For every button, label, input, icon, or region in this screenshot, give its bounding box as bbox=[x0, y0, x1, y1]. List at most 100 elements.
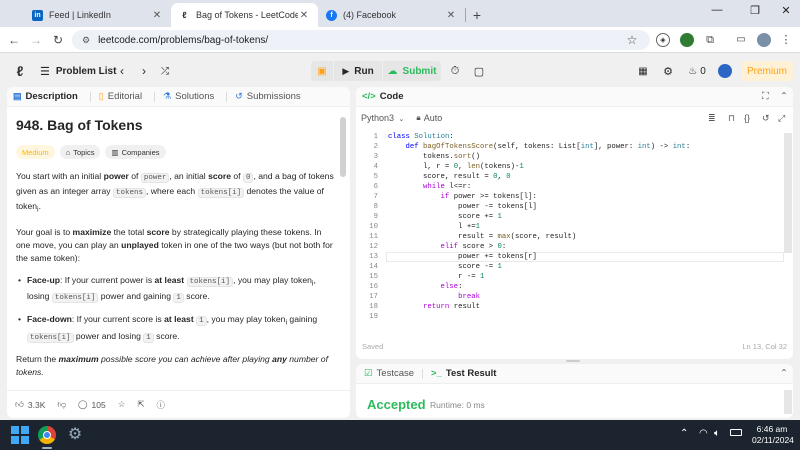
close-icon[interactable]: ✕ bbox=[298, 10, 310, 21]
left-tab-bar: ▤ Description ▯ Editorial ⚗ Solutions ↺ … bbox=[7, 87, 350, 107]
windows-start-icon[interactable] bbox=[11, 426, 29, 444]
wifi-icon[interactable]: ◠ bbox=[699, 428, 708, 439]
tab-solutions[interactable]: ⚗ Solutions bbox=[163, 91, 214, 102]
share-icon[interactable]: ⇱ bbox=[137, 399, 144, 410]
bookmark-star-icon[interactable]: ☆ bbox=[624, 32, 640, 48]
clock[interactable]: 6:46 am 02/11/2024 bbox=[752, 424, 794, 446]
tab-submissions[interactable]: ↺ Submissions bbox=[235, 91, 300, 102]
tray-chevron-up-icon[interactable]: ⌃ bbox=[680, 428, 688, 439]
close-icon[interactable]: ✕ bbox=[445, 10, 457, 21]
code-editor[interactable]: 1 2 3 4 5 6 7 8 9 10 11 12 13 14 15 16 17 18 19 class Solu… bbox=[356, 133, 793, 333]
lock-icon: 🔒︎ bbox=[416, 113, 421, 122]
like-button[interactable]: 👍︎ 3.3K bbox=[15, 399, 45, 410]
shield-extension-icon[interactable]: ◈ bbox=[656, 33, 670, 47]
difficulty-badge[interactable]: Medium bbox=[16, 145, 55, 159]
test-result-panel: ☑ Testcase >_ Test Result ⌃ Accepted Run… bbox=[356, 364, 793, 418]
browser-tab-facebook[interactable]: f (4) Facebook ✕ bbox=[318, 3, 465, 27]
shuffle-icon[interactable]: ⤮ bbox=[159, 61, 171, 81]
profile-avatar[interactable] bbox=[757, 33, 771, 47]
code-line: l +=1 bbox=[388, 223, 480, 231]
cast-icon[interactable]: ▭ bbox=[734, 33, 748, 47]
line-number: 14 bbox=[369, 263, 378, 271]
topics-badge[interactable]: ⌂ Topics bbox=[59, 145, 101, 159]
format-icon[interactable]: ≣ bbox=[708, 113, 716, 124]
result-scrollbar[interactable] bbox=[784, 390, 792, 414]
bookmark-icon[interactable]: ⊓ bbox=[728, 113, 735, 124]
fullscreen-icon[interactable]: ⤢ bbox=[778, 113, 785, 124]
reset-icon[interactable]: ↺ bbox=[762, 113, 770, 124]
favorite-star-icon[interactable]: ☆ bbox=[118, 399, 126, 410]
code-line: tokens.sort() bbox=[388, 153, 480, 161]
collapse-icon[interactable]: ⌃ bbox=[780, 91, 788, 102]
leetcode-logo-icon[interactable]: ℓ bbox=[12, 61, 28, 81]
chrome-icon[interactable] bbox=[38, 426, 56, 444]
new-tab-button[interactable]: + bbox=[466, 3, 488, 27]
maximize-icon[interactable]: ⛶ bbox=[762, 91, 769, 102]
companies-badge[interactable]: ▥ Companies bbox=[105, 145, 166, 159]
code-line: result = max(score, result) bbox=[388, 233, 577, 241]
tab-divider bbox=[226, 91, 228, 102]
tab-testcase[interactable]: ☑ Testcase bbox=[364, 368, 414, 379]
notes-icon[interactable]: ▢ bbox=[470, 61, 488, 81]
premium-button[interactable]: Premium bbox=[741, 61, 793, 81]
user-avatar[interactable] bbox=[718, 64, 732, 78]
leetcode-icon: ℓ bbox=[182, 10, 187, 20]
battery-icon[interactable] bbox=[730, 429, 742, 436]
tab-divider bbox=[89, 91, 91, 102]
tab-description[interactable]: ▤ Description bbox=[13, 91, 78, 102]
list-item: Face-up: If your current power is at lea… bbox=[18, 274, 334, 306]
settings-gear-icon[interactable]: ⚙ bbox=[66, 426, 84, 444]
help-icon[interactable]: ⓘ bbox=[156, 399, 165, 411]
submit-button[interactable]: ☁ Submit bbox=[383, 61, 441, 81]
code-brackets-icon: </> bbox=[362, 91, 376, 102]
history-icon: ↺ bbox=[235, 91, 243, 101]
description-scrollbar[interactable] bbox=[340, 117, 346, 177]
dislike-button[interactable]: 👎︎ bbox=[57, 399, 66, 410]
list-icon: ☰ bbox=[40, 65, 50, 78]
mode-label: Auto bbox=[423, 113, 443, 123]
browser-tab-linkedin[interactable]: in Feed | LinkedIn ✕ bbox=[24, 3, 171, 27]
debug-button[interactable]: ▣ bbox=[311, 61, 333, 81]
prev-problem-icon[interactable]: ‹ bbox=[116, 61, 128, 81]
close-icon[interactable]: ✕ bbox=[151, 10, 163, 21]
flask-icon: ⚗ bbox=[163, 91, 172, 101]
reload-icon[interactable]: ↻ bbox=[50, 32, 66, 48]
play-icon: ▶ bbox=[342, 65, 350, 76]
browser-tab-leetcode[interactable]: ℓ Bag of Tokens - LeetCode ✕ bbox=[171, 3, 318, 27]
panel-resize-handle[interactable] bbox=[566, 360, 580, 362]
forward-icon[interactable]: → bbox=[28, 32, 44, 48]
grammar-extension-icon[interactable] bbox=[680, 33, 694, 47]
tab-test-result[interactable]: >_ Test Result bbox=[431, 368, 496, 379]
save-status: Saved bbox=[362, 342, 384, 351]
tab-editorial[interactable]: ▯ Editorial bbox=[99, 91, 142, 102]
minimize-icon[interactable]: — bbox=[708, 4, 726, 16]
line-number: 13 bbox=[369, 253, 378, 261]
volume-icon[interactable]: 🔈︎ bbox=[714, 428, 720, 439]
clock-date: 02/11/2024 bbox=[752, 435, 794, 445]
code-line: score += 1 bbox=[388, 213, 502, 221]
layout-icon[interactable]: ▦ bbox=[636, 61, 650, 81]
restore-icon[interactable]: ❐ bbox=[746, 4, 764, 17]
extensions-puzzle-icon[interactable]: ⧉ bbox=[703, 33, 717, 47]
next-problem-icon[interactable]: › bbox=[138, 61, 150, 81]
run-button[interactable]: ▶ Run bbox=[334, 61, 382, 81]
menu-dots-icon[interactable]: ⋮ bbox=[779, 33, 793, 47]
code-panel-header: </> Code ⛶ ⌃ bbox=[356, 87, 793, 107]
line-number: 19 bbox=[369, 313, 378, 321]
streak-counter[interactable]: ♨ 0 bbox=[685, 61, 709, 81]
collapse-icon[interactable]: ⌃ bbox=[780, 368, 788, 379]
code-line: while l<=r: bbox=[423, 183, 472, 191]
editor-scrollbar[interactable] bbox=[784, 133, 792, 253]
clock-time: 6:46 am bbox=[756, 424, 788, 434]
settings-gear-icon[interactable]: ⚙ bbox=[661, 61, 675, 81]
page-title: 948. Bag of Tokens bbox=[16, 117, 143, 133]
window-close-icon[interactable]: ✕ bbox=[777, 4, 795, 17]
comments-button[interactable]: ◯ 105 bbox=[78, 399, 106, 410]
back-icon[interactable]: ← bbox=[6, 32, 22, 48]
site-info-icon[interactable]: ⚙ bbox=[82, 35, 90, 46]
braces-icon[interactable]: {} bbox=[744, 113, 750, 123]
timer-icon[interactable]: ⏱ bbox=[446, 61, 464, 81]
url-bar[interactable]: ⚙ leetcode.com/problems/bag-of-tokens/ bbox=[72, 30, 650, 50]
problem-list-button[interactable]: ☰ Problem List bbox=[40, 61, 116, 81]
language-select[interactable]: Python3 ⌄ bbox=[361, 113, 404, 123]
